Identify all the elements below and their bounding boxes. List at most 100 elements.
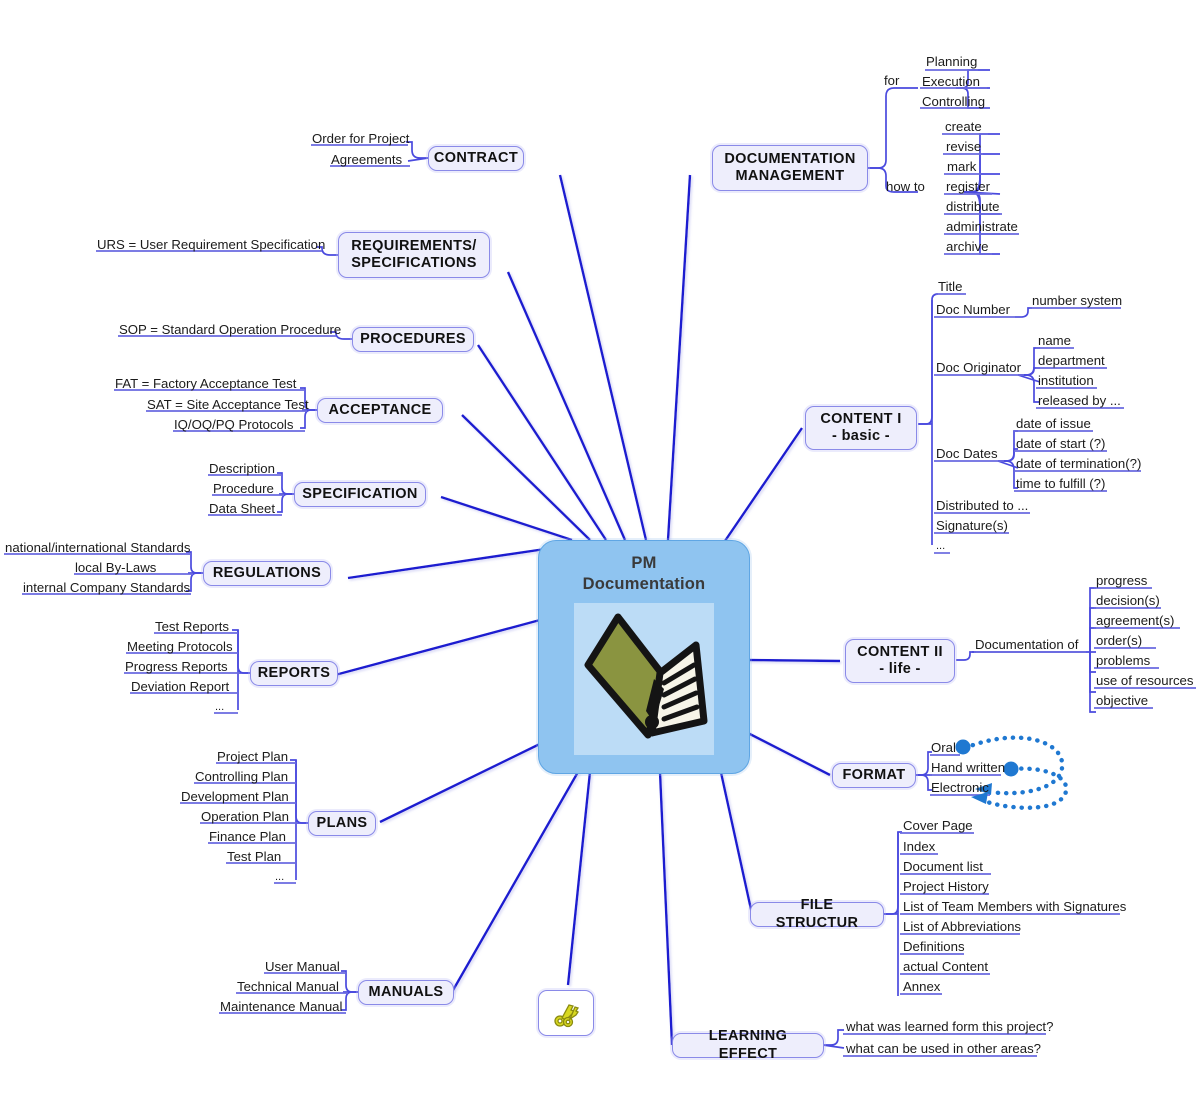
leaf-project-history[interactable]: Project History (903, 880, 989, 895)
leaf-administrate[interactable]: administrate (946, 220, 1018, 235)
leaf-date-of-start[interactable]: date of start (?) (1016, 437, 1105, 452)
leaf-date-of-termination[interactable]: date of termination(?) (1016, 457, 1141, 472)
leaf-index[interactable]: Index (903, 840, 935, 855)
leaf-agreements[interactable]: Agreements (331, 153, 402, 168)
leaf-signatures[interactable]: Signature(s) (936, 519, 1008, 534)
leaf-user-manual[interactable]: User Manual (265, 960, 340, 975)
leaf-finance-plan[interactable]: Finance Plan (209, 830, 286, 845)
leaf-controlling[interactable]: Controlling (922, 95, 985, 110)
leaf-what-can-be-used[interactable]: what can be used in other areas? (846, 1042, 1041, 1057)
leaf-execution[interactable]: Execution (922, 75, 980, 90)
leaf-annex[interactable]: Annex (903, 980, 940, 995)
root-title-line2: Documentation (582, 574, 706, 593)
leaf-sop[interactable]: SOP = Standard Operation Procedure (119, 323, 341, 338)
leaf-register[interactable]: register (946, 180, 990, 195)
leaf-procedure[interactable]: Procedure (213, 482, 274, 497)
leaf-institution[interactable]: institution (1038, 374, 1094, 389)
branch-node-file-structur[interactable]: FILE STRUCTUR (750, 897, 884, 931)
leaf-development-plan[interactable]: Development Plan (181, 790, 289, 805)
leaf-plans-more[interactable]: ... (275, 872, 284, 885)
root-node-pm-documentation[interactable]: PM Documentation (538, 540, 750, 774)
leaf-time-to-fulfill[interactable]: time to fulfill (?) (1016, 477, 1105, 492)
leaf-national-international-standards[interactable]: national/international Standards (5, 541, 191, 556)
group-label-documentation-of: Documentation of (975, 637, 1079, 652)
leaf-doc-dates[interactable]: Doc Dates (936, 447, 998, 462)
leaf-order-for-project[interactable]: Order for Project (312, 132, 409, 147)
leaf-name[interactable]: name (1038, 334, 1071, 349)
leaf-definitions[interactable]: Definitions (903, 940, 965, 955)
leaf-deviation-report[interactable]: Deviation Report (131, 680, 229, 695)
keys-icon (554, 1004, 580, 1028)
leaf-distributed-to[interactable]: Distributed to ... (936, 499, 1028, 514)
branch-node-documentation-management[interactable]: DOCUMENTATION MANAGEMENT (712, 145, 868, 191)
branch-node-content-ii[interactable]: CONTENT II - life - (845, 639, 955, 683)
leaf-test-reports[interactable]: Test Reports (155, 620, 229, 635)
leaf-internal-company-standards[interactable]: internal Company Standards (23, 581, 190, 596)
leaf-urs[interactable]: URS = User Requirement Specification (97, 238, 325, 253)
leaf-actual-content[interactable]: actual Content (903, 960, 988, 975)
leaf-electronic[interactable]: Electronic (931, 781, 989, 796)
leaf-meeting-protocols[interactable]: Meeting Protocols (127, 640, 233, 655)
branch-node-contract[interactable]: CONTRACT (428, 146, 524, 171)
leaf-technical-manual[interactable]: Technical Manual (237, 980, 339, 995)
leaf-local-by-laws[interactable]: local By-Laws (75, 561, 156, 576)
leaf-list-of-team-members[interactable]: List of Team Members with Signatures (903, 900, 1126, 915)
mindmap-canvas: PM Documentation CONTRACT REQUIREMENTS/ … (0, 0, 1200, 1111)
leaf-data-sheet[interactable]: Data Sheet (209, 502, 275, 517)
branch-node-reports[interactable]: REPORTS (250, 661, 338, 686)
branch-node-procedures[interactable]: PROCEDURES (352, 327, 474, 352)
leaf-test-plan[interactable]: Test Plan (227, 850, 281, 865)
leaf-operation-plan[interactable]: Operation Plan (201, 810, 289, 825)
leaf-orders[interactable]: order(s) (1096, 634, 1142, 649)
branch-node-acceptance[interactable]: ACCEPTANCE (317, 398, 443, 423)
branch-node-specification[interactable]: SPECIFICATION (294, 482, 426, 507)
leaf-date-of-issue[interactable]: date of issue (1016, 417, 1091, 432)
leaf-fat[interactable]: FAT = Factory Acceptance Test (115, 377, 296, 392)
keys-icon-node[interactable] (538, 990, 594, 1036)
leaf-released-by[interactable]: released by ... (1038, 394, 1121, 409)
leaf-progress-reports[interactable]: Progress Reports (125, 660, 228, 675)
leaf-create[interactable]: create (945, 120, 982, 135)
leaf-sat[interactable]: SAT = Site Acceptance Test (147, 398, 309, 413)
leaf-reports-more[interactable]: ... (215, 702, 224, 715)
leaf-distribute[interactable]: distribute (946, 200, 1000, 215)
branch-node-learning-effect[interactable]: LEARNING EFFECT (672, 1028, 824, 1062)
leaf-objective[interactable]: objective (1096, 694, 1148, 709)
branch-node-requirements-specifications[interactable]: REQUIREMENTS/ SPECIFICATIONS (338, 232, 490, 278)
leaf-decisions[interactable]: decision(s) (1096, 594, 1160, 609)
leaf-title[interactable]: Title (938, 280, 962, 295)
leaf-description[interactable]: Description (209, 462, 275, 477)
leaf-content-i-more[interactable]: ... (936, 541, 945, 554)
leaf-agreements[interactable]: agreement(s) (1096, 614, 1174, 629)
open-book-folder-image (574, 603, 714, 755)
leaf-iq-oq-pq-protocols[interactable]: IQ/OQ/PQ Protocols (174, 418, 293, 433)
branch-node-format[interactable]: FORMAT (832, 763, 916, 788)
leaf-doc-originator[interactable]: Doc Originator (936, 361, 1021, 376)
branch-node-content-i[interactable]: CONTENT I - basic - (805, 406, 917, 450)
leaf-progress[interactable]: progress (1096, 574, 1147, 589)
branch-node-plans[interactable]: PLANS (308, 811, 376, 836)
leaf-mark[interactable]: mark (947, 160, 976, 175)
root-title: PM Documentation (539, 553, 749, 594)
leaf-archive[interactable]: archive (946, 240, 989, 255)
leaf-planning[interactable]: Planning (926, 55, 977, 70)
group-label-how-to: how to (886, 179, 925, 194)
leaf-oral[interactable]: Oral (931, 741, 956, 756)
leaf-hand-written[interactable]: Hand written (931, 761, 1005, 776)
leaf-document-list[interactable]: Document list (903, 860, 983, 875)
leaf-problems[interactable]: problems (1096, 654, 1150, 669)
root-title-line1: PM (631, 554, 657, 572)
leaf-what-was-learned[interactable]: what was learned form this project? (846, 1020, 1053, 1035)
leaf-department[interactable]: department (1038, 354, 1105, 369)
leaf-list-of-abbreviations[interactable]: List of Abbreviations (903, 920, 1021, 935)
leaf-cover-page[interactable]: Cover Page (903, 819, 973, 834)
leaf-project-plan[interactable]: Project Plan (217, 750, 288, 765)
leaf-use-of-resources[interactable]: use of resources (1096, 674, 1194, 689)
leaf-controlling-plan[interactable]: Controlling Plan (195, 770, 288, 785)
leaf-revise[interactable]: revise (946, 140, 981, 155)
leaf-number-system[interactable]: number system (1032, 294, 1122, 309)
leaf-doc-number[interactable]: Doc Number (936, 303, 1010, 318)
branch-node-manuals[interactable]: MANUALS (358, 980, 454, 1005)
branch-node-regulations[interactable]: REGULATIONS (203, 561, 331, 586)
leaf-maintenance-manual[interactable]: Maintenance Manual (220, 1000, 342, 1015)
